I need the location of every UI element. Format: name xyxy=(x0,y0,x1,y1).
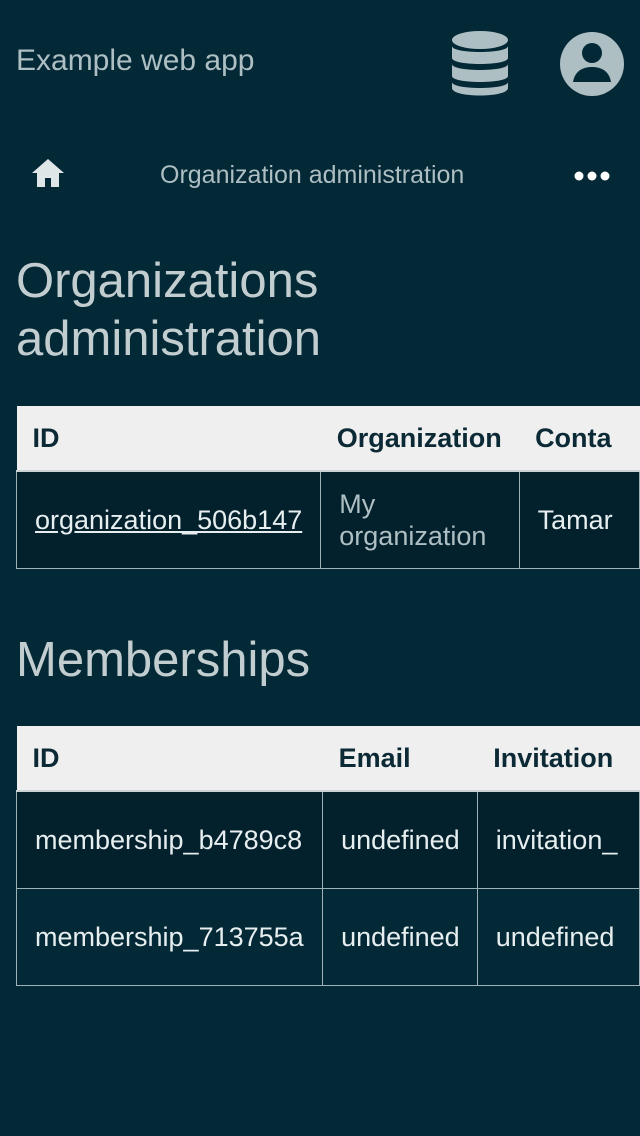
table-header-row: ID Organization Conta xyxy=(16,406,640,472)
column-header-contact: Conta xyxy=(519,406,640,472)
memberships-table: ID Email Invitation membership_b4789c8 u… xyxy=(16,726,640,986)
database-button[interactable] xyxy=(446,28,514,100)
breadcrumb-nav: Organization administration xyxy=(0,140,640,210)
organization-name-cell: My organization xyxy=(320,470,520,569)
membership-email-cell: undefined xyxy=(322,888,478,986)
membership-id-cell: membership_713755a xyxy=(16,888,324,986)
membership-invitation-cell: invitation_ xyxy=(476,790,640,889)
organization-id-link[interactable]: organization_506b147 xyxy=(35,505,302,535)
column-header-email: Email xyxy=(322,726,478,792)
page: Example web app Organization administrat… xyxy=(0,0,640,1136)
table-row: membership_713755a undefined undefined xyxy=(16,888,640,986)
organization-contact-cell: Tamar xyxy=(518,470,640,569)
page-title: Organizations administration xyxy=(16,254,322,366)
breadcrumb-current: Organization administration xyxy=(160,161,465,189)
more-options-button[interactable] xyxy=(568,160,616,192)
database-icon xyxy=(452,31,508,96)
home-button[interactable] xyxy=(28,154,68,194)
column-header-id: ID xyxy=(16,406,321,472)
column-header-organization: Organization xyxy=(320,406,520,472)
column-header-invitation: Invitation xyxy=(477,726,640,792)
table-row: membership_b4789c8 undefined invitation_ xyxy=(16,790,640,889)
membership-id-cell: membership_b4789c8 xyxy=(16,790,324,889)
home-icon xyxy=(32,159,64,187)
membership-email-cell: undefined xyxy=(322,790,478,889)
account-button[interactable] xyxy=(556,28,628,100)
app-title[interactable]: Example web app xyxy=(16,42,254,80)
account-circle-icon xyxy=(560,32,624,96)
organization-id-cell: organization_506b147 xyxy=(16,470,322,569)
organizations-table: ID Organization Conta organization_506b1… xyxy=(16,406,640,569)
more-horizontal-icon xyxy=(574,171,610,181)
memberships-heading: Memberships xyxy=(16,633,311,687)
column-header-id: ID xyxy=(16,726,323,792)
membership-invitation-cell: undefined xyxy=(476,888,640,986)
table-row: organization_506b147 My organization Tam… xyxy=(16,470,640,569)
table-header-row: ID Email Invitation xyxy=(16,726,640,792)
app-header: Example web app xyxy=(0,0,640,124)
